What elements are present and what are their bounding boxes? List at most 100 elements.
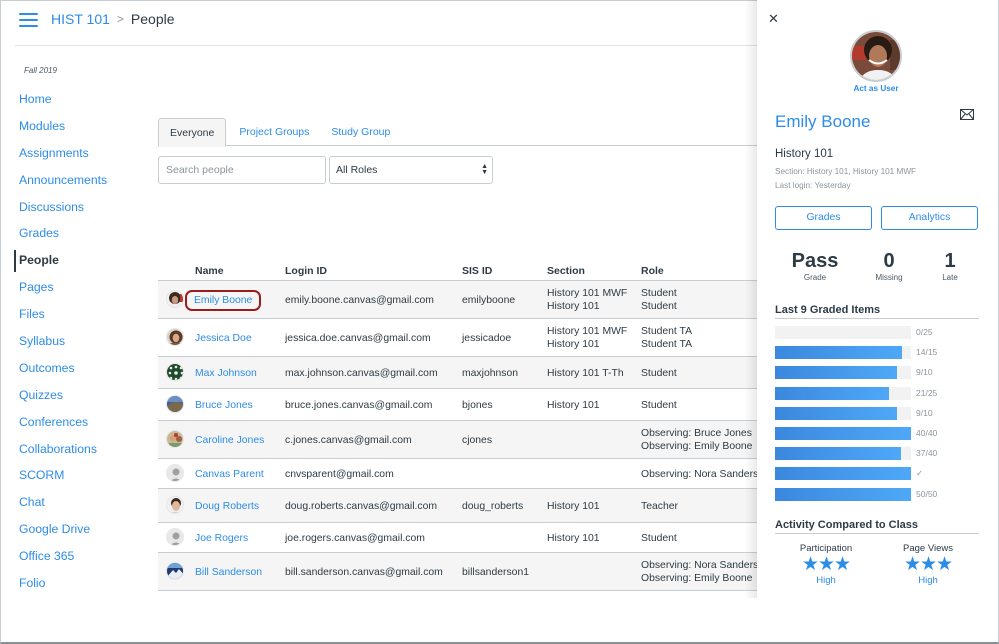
user-name-link[interactable]: Max Johnson: [195, 368, 257, 379]
role-line: Student: [641, 301, 677, 312]
graded-item-fill: [775, 386, 889, 400]
cell-section: History 101: [547, 532, 600, 545]
graded-item-bar[interactable]: [775, 406, 911, 420]
sidebar-item-files[interactable]: Files: [19, 305, 107, 332]
search-people-input[interactable]: [158, 156, 326, 184]
activity-label: Page Views: [903, 543, 953, 554]
sidebar-item-chat[interactable]: Chat: [19, 493, 107, 520]
tray-user-name-link[interactable]: Emily Boone: [775, 112, 870, 132]
term-label: Fall 2019: [24, 66, 57, 75]
sidebar-item-conferences[interactable]: Conferences: [19, 413, 107, 440]
cell-role: Observing: Bruce Jones Observing: Emily B…: [641, 427, 752, 453]
cell-sis-id: jessicadoe: [462, 332, 512, 344]
graded-item-bar[interactable]: [775, 386, 911, 400]
stat-missing: 0 Missing: [859, 250, 919, 282]
avatar: [166, 363, 184, 381]
graded-item-bar[interactable]: [775, 346, 911, 360]
cell-section: History 101 T-Th: [547, 367, 624, 380]
user-name-link[interactable]: Canvas Parent: [195, 469, 264, 480]
act-as-user-link[interactable]: Act as User: [757, 84, 995, 93]
close-icon[interactable]: ✕: [768, 11, 779, 27]
table-body: Emily Boone emily.boone.canvas@gmail.com e…: [158, 281, 770, 591]
graded-item-bar[interactable]: [775, 487, 911, 501]
envelope-icon[interactable]: [960, 109, 974, 120]
star-rating-icon: ★★★: [801, 554, 851, 575]
sidebar-item-collaborations[interactable]: Collaborations: [19, 440, 107, 467]
role-line: Student TA: [641, 339, 693, 350]
graded-item-fill: [775, 346, 902, 360]
graded-item-score: 9/10: [916, 407, 933, 418]
user-name-link[interactable]: Bill Sanderson: [195, 567, 262, 578]
sidebar-item-outcomes[interactable]: Outcomes: [19, 359, 107, 386]
analytics-button[interactable]: Analytics: [881, 206, 978, 230]
avatar: [166, 562, 184, 580]
cell-login-id: cnvsparent@gmail.com: [285, 468, 394, 480]
cell-sis-id: doug_roberts: [462, 500, 524, 512]
sidebar-item-home[interactable]: Home: [19, 90, 107, 117]
section-line: History 101 T-Th: [547, 367, 624, 379]
graded-item-score: 14/15: [916, 347, 938, 358]
header-divider: [15, 45, 775, 46]
sidebar-item-discussions[interactable]: Discussions: [19, 198, 107, 225]
sidebar-item-folio[interactable]: Folio: [19, 574, 107, 601]
user-name-link[interactable]: Emily Boone: [184, 289, 262, 311]
cell-name: Doug Roberts: [195, 500, 259, 513]
graded-item-bar[interactable]: [775, 447, 911, 461]
cell-sis-id: billsanderson1: [462, 566, 530, 578]
graded-item-bar[interactable]: [775, 366, 911, 380]
role-line: Observing: Emily Boone: [641, 441, 753, 452]
user-avatar: [850, 30, 902, 82]
course-navigation: Home Modules Assignments Announcements Discu…: [13, 90, 107, 601]
tab-project-groups[interactable]: Project Groups: [228, 118, 320, 146]
avatar: [166, 528, 184, 546]
stat-value: 0: [883, 250, 895, 272]
table-header: Name Login ID SIS ID Section Role: [158, 262, 758, 281]
graded-item-bar[interactable]: [775, 326, 911, 339]
sidebar-item-syllabus[interactable]: Syllabus: [19, 332, 107, 359]
sidebar-item-people[interactable]: People: [13, 250, 107, 278]
graded-item-bar[interactable]: [775, 426, 911, 440]
sidebar-item-announcements[interactable]: Announcements: [19, 171, 107, 198]
section-line: History 101: [547, 339, 600, 350]
sidebar-item-office-365[interactable]: Office 365: [19, 547, 107, 574]
cell-login-id: jessica.doe.canvas@gmail.com: [285, 332, 431, 344]
sidebar-item-google-drive[interactable]: Google Drive: [19, 520, 107, 547]
graded-item-fill: [775, 366, 897, 380]
section-line: History 101: [547, 500, 600, 512]
tab-everyone[interactable]: Everyone: [158, 118, 227, 147]
stat-label: Missing: [875, 273, 903, 282]
cell-role: Student: [641, 532, 677, 545]
role-filter-value: All Roles: [336, 164, 378, 176]
breadcrumb-course-link[interactable]: HIST 101: [51, 11, 110, 27]
avatar: [166, 328, 184, 346]
people-table: Name Login ID SIS ID Section Role Emily Boon…: [158, 262, 770, 591]
user-name-link[interactable]: Doug Roberts: [195, 501, 259, 512]
sidebar-item-scorm[interactable]: SCORM: [19, 466, 107, 493]
role-line: Teacher: [641, 500, 678, 512]
user-name-link[interactable]: Bruce Jones: [195, 400, 253, 411]
graded-item-score: 0/25: [916, 327, 933, 337]
grades-button[interactable]: Grades: [775, 206, 872, 230]
people-tabs: Everyone Project Groups Study Group: [158, 118, 758, 147]
graded-item-bar[interactable]: [775, 467, 911, 481]
cell-section: History 101: [547, 500, 600, 513]
user-name-link[interactable]: Jessica Doe: [195, 333, 252, 344]
table-row: Emily Boone emily.boone.canvas@gmail.com e…: [158, 281, 758, 319]
stat-value: Pass: [791, 250, 839, 272]
hamburger-menu-icon[interactable]: [19, 13, 38, 27]
role-line: Observing: Bruce Jones: [641, 428, 752, 439]
sidebar-item-grades[interactable]: Grades: [19, 224, 107, 251]
user-name-link[interactable]: Joe Rogers: [195, 533, 248, 544]
activity-label: Participation: [799, 543, 853, 554]
select-arrows-icon: ▲ ▼: [481, 163, 488, 176]
sidebar-item-assignments[interactable]: Assignments: [19, 144, 107, 171]
tab-study-group[interactable]: Study Group: [320, 118, 401, 146]
user-name-link[interactable]: Caroline Jones: [195, 435, 264, 446]
sidebar-item-pages[interactable]: Pages: [19, 278, 107, 305]
tray-last-login: Last login: Yesterday: [775, 181, 851, 190]
role-filter-select[interactable]: All Roles ▲ ▼: [329, 156, 493, 184]
table-row: Bruce Jones bruce.jones.canvas@gmail.com b…: [158, 389, 758, 421]
cell-name: Bruce Jones: [195, 399, 253, 412]
sidebar-item-quizzes[interactable]: Quizzes: [19, 386, 107, 413]
sidebar-item-modules[interactable]: Modules: [19, 117, 107, 144]
